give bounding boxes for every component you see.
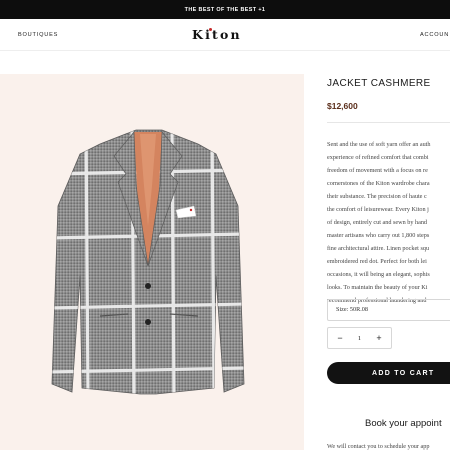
product-jacket-image xyxy=(51,129,245,395)
description-line: occasions, it will being an elegant, sop… xyxy=(327,271,430,278)
add-to-cart-button[interactable]: ADD TO CART xyxy=(327,362,450,384)
description-line: the comfort of leisurewear. Every Kiton … xyxy=(327,206,429,213)
announcement-text: THE BEST OF THE BEST +1 xyxy=(184,6,266,13)
description-line: experience of refined comfort that combi xyxy=(327,154,429,161)
quantity-increase-button[interactable]: + xyxy=(373,333,385,343)
nav-boutiques-link[interactable]: BOUTIQUES xyxy=(18,32,58,38)
size-select[interactable]: Size: 50R.08 xyxy=(327,299,450,321)
add-to-cart-label: ADD TO CART xyxy=(372,369,435,377)
appointment-heading: Book your appoint xyxy=(365,418,442,429)
product-price: $12,600 xyxy=(327,101,358,111)
size-select-value: Size: 50R.08 xyxy=(336,306,368,313)
description-line: Sent and the use of soft yarn offer an a… xyxy=(327,141,431,148)
divider xyxy=(327,122,450,123)
product-title: JACKET CASHMERE xyxy=(327,78,431,89)
logo-red-dot xyxy=(209,28,212,31)
description-line: cornerstones of the Kiton wardrobe chara xyxy=(327,180,430,187)
description-line: freedom of movement with a focus on re xyxy=(327,167,428,174)
description-line: their substance. The precision of haute … xyxy=(327,193,427,200)
site-header: l BOUTIQUES Kiton ACCOUN xyxy=(0,19,450,51)
product-description: Sent and the use of soft yarn offer an a… xyxy=(327,138,450,307)
logo-text: Kiton xyxy=(192,27,242,42)
quantity-decrease-button[interactable]: − xyxy=(334,333,346,343)
nav-account-link[interactable]: ACCOUN xyxy=(420,32,449,38)
description-line: fine architectural attire. Linen pocket … xyxy=(327,245,430,252)
description-line: of design, entirely cut and sewn by hand xyxy=(327,219,428,226)
quantity-value[interactable]: 1 xyxy=(358,335,361,342)
kiton-logo[interactable]: Kiton xyxy=(192,27,258,43)
appointment-text: We will contact you to schedule your app xyxy=(327,443,430,450)
description-line: looks. To maintain the beauty of your Ki xyxy=(327,284,428,291)
description-line: master artisans who carry out 1,800 step… xyxy=(327,232,430,239)
description-line: embroidered red dot. Perfect for both le… xyxy=(327,258,427,265)
announcement-bar: THE BEST OF THE BEST +1 xyxy=(0,0,450,19)
quantity-stepper: − 1 + xyxy=(327,327,392,349)
